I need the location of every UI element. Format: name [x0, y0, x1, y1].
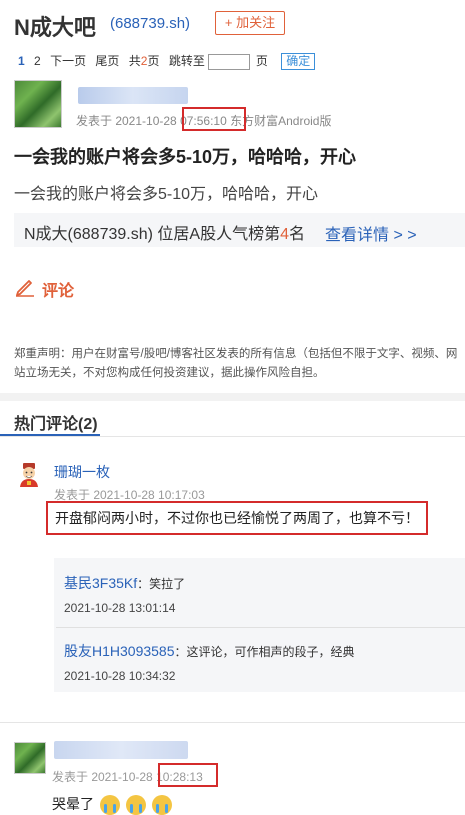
comment-1-author[interactable]: 珊瑚一枚: [54, 462, 110, 482]
total-pages: 共2页: [128, 54, 160, 68]
reply-2: 股友H1H3093585：这评论，可作相声的段子，经典: [64, 643, 355, 659]
highlight-box-comment-2-time: [158, 763, 218, 787]
reply-1-time: 2021-10-28 13:01:14: [64, 601, 176, 615]
pen-icon[interactable]: [14, 275, 36, 297]
comment-2-text: 哭晕了: [52, 794, 172, 815]
post-body: 一会我的账户将会多5-10万，哈哈哈，开心: [14, 186, 319, 203]
god-of-wealth-icon[interactable]: [16, 462, 42, 488]
reply-divider: [56, 627, 465, 628]
crying-emoji-icon: [100, 795, 120, 815]
comment-2-avatar[interactable]: [14, 742, 46, 774]
author-avatar[interactable]: [14, 80, 62, 128]
rank-text: N成大(688739.sh) 位居A股人气榜第4名: [24, 226, 305, 243]
last-page-link[interactable]: 尾页: [95, 54, 119, 68]
rank-details-link[interactable]: 查看详情 > >: [325, 221, 417, 245]
highlight-box-post-time: [182, 107, 246, 131]
next-page-link[interactable]: 下一页: [50, 54, 86, 68]
page-1-link[interactable]: 1: [18, 54, 25, 68]
comment-button[interactable]: 评论: [42, 277, 74, 301]
section-divider: [0, 393, 465, 401]
page-jump-input[interactable]: [207, 53, 250, 70]
reply-1-author[interactable]: 基民3F35Kf: [64, 575, 137, 591]
tab-underline: [0, 434, 100, 436]
confirm-button[interactable]: 确定: [281, 53, 316, 70]
jump-label: 跳转至: [168, 54, 205, 68]
hot-comments-title[interactable]: 热门评论(2): [14, 410, 98, 434]
crying-emoji-icon: [152, 795, 172, 815]
page-2-link[interactable]: 2: [34, 54, 41, 68]
reply-1: 基民3F35Kf：笑拉了: [64, 575, 186, 591]
jump-suffix: 页: [255, 54, 268, 68]
post-title: 一会我的账户将会多5-10万，哈哈哈，开心: [14, 147, 357, 167]
reply-2-author[interactable]: 股友H1H3093585: [64, 643, 175, 659]
stock-code[interactable]: (688739.sh): [110, 15, 190, 32]
pagination: 1 2 下一页 尾页 共2页 跳转至 页 确定: [18, 52, 321, 70]
author-name-blurred[interactable]: [78, 87, 188, 104]
disclaimer: 郑重声明：用户在财富号/股吧/博客社区发表的所有信息（包括但不限于文字、视频、网…: [14, 348, 458, 379]
highlight-box-comment: [46, 501, 428, 535]
comment-2-author-blurred[interactable]: [54, 741, 188, 759]
tab-baseline: [0, 436, 465, 437]
follow-button[interactable]: + 加关注: [215, 11, 285, 35]
page-title: N成大吧: [14, 15, 96, 40]
reply-2-time: 2021-10-28 10:34:32: [64, 669, 176, 683]
comment-divider: [0, 722, 465, 723]
crying-emoji-icon: [126, 795, 146, 815]
